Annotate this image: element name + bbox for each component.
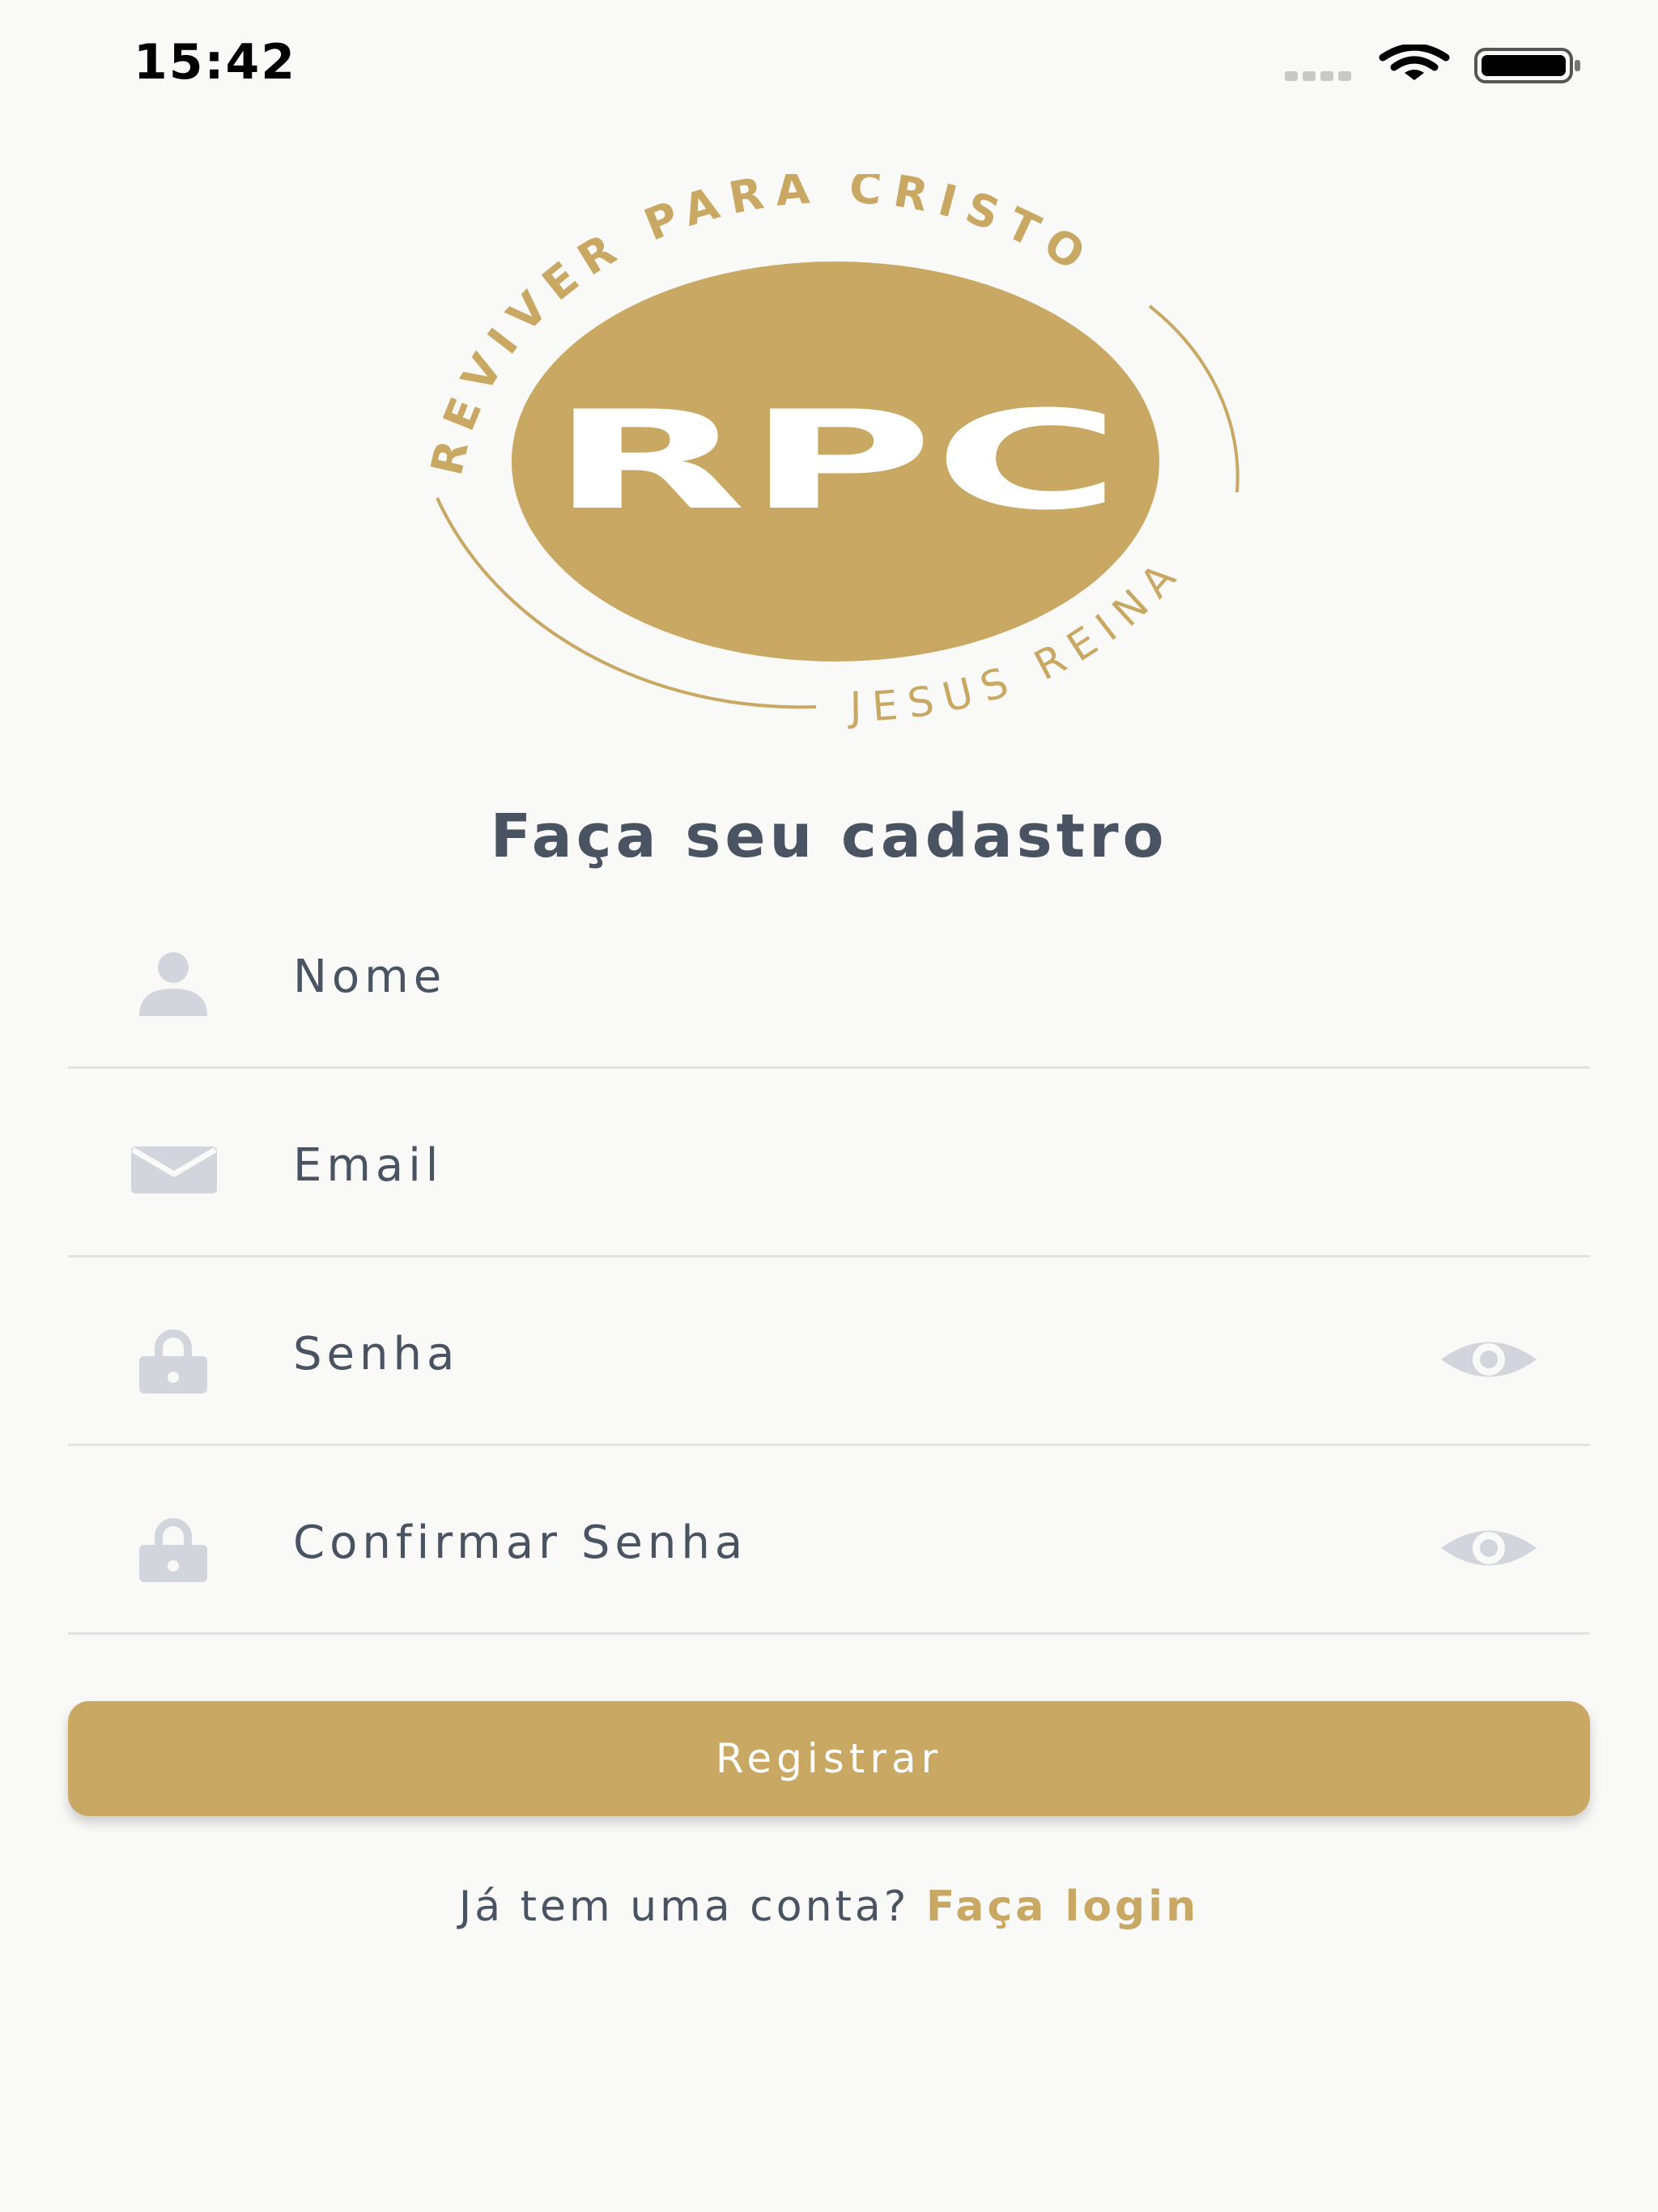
lock-icon: [139, 1329, 207, 1393]
rpc-logo: RPC REVIVER PARA CRISTO JESUS REINA: [421, 174, 1239, 730]
status-bar: 15:42: [0, 0, 1658, 121]
lock-icon: [139, 1518, 207, 1582]
password-field: [68, 1256, 1590, 1446]
confirm-password-input[interactable]: [291, 1501, 1428, 1584]
register-button[interactable]: Registrar: [68, 1701, 1590, 1816]
login-prompt-text: Já tem uma conta?: [458, 1882, 910, 1931]
user-icon: [139, 952, 207, 1016]
wifi-icon: [1379, 45, 1450, 80]
mail-icon: [131, 1146, 217, 1193]
name-input[interactable]: [291, 935, 1428, 1018]
name-field: [68, 878, 1590, 1069]
confirm-password-field: [68, 1444, 1590, 1635]
email-input[interactable]: [291, 1124, 1428, 1206]
signal-icon: [1285, 69, 1356, 84]
password-input[interactable]: [291, 1312, 1428, 1395]
battery-icon: [1474, 48, 1580, 83]
status-time: 15:42: [134, 34, 296, 91]
login-prompt: Já tem uma conta? Faça login: [0, 1882, 1658, 1931]
email-field: [68, 1067, 1590, 1257]
eye-icon[interactable]: [1436, 1520, 1541, 1576]
logo-monogram: RPC: [551, 381, 1121, 540]
login-link[interactable]: Faça login: [926, 1882, 1199, 1931]
eye-icon[interactable]: [1436, 1331, 1541, 1388]
logo-ring-right: [1148, 304, 1239, 493]
page-title: Faça seu cadastro: [490, 802, 1168, 871]
